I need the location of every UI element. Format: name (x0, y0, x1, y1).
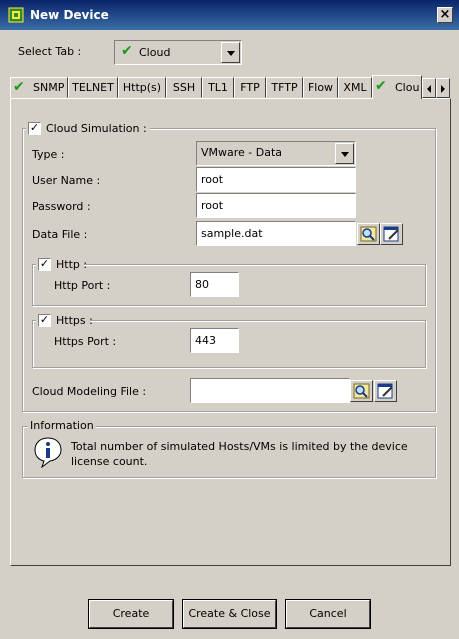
app-icon (8, 7, 24, 23)
modeling-label: Cloud Modeling File : (32, 385, 147, 398)
select-tab-value: Cloud (139, 46, 171, 59)
checkmark-icon: ✓ (39, 313, 50, 326)
create-button[interactable]: Create (88, 599, 174, 629)
tab-label: Flow (307, 81, 334, 94)
tab-label: TELNET (72, 81, 114, 94)
chevron-left-icon (427, 85, 431, 93)
tab-label: Clou (395, 81, 420, 94)
type-label: Type : (32, 148, 65, 161)
modeling-file-field[interactable] (190, 378, 350, 403)
tab-flow[interactable]: Flow (303, 77, 338, 98)
type-value: VMware - Data (201, 146, 283, 159)
datafile-label: Data File : (32, 228, 88, 241)
http-label: Http : (56, 258, 88, 271)
check-icon: ✔ (13, 79, 25, 95)
http-port-label: Http Port : (54, 279, 111, 292)
https-checkbox[interactable]: ✓ (38, 314, 51, 327)
check-icon: ✔ (375, 78, 387, 94)
search-icon (360, 226, 377, 242)
tab-label: SNMP (33, 81, 65, 94)
https-port-label: Https Port : (54, 335, 117, 348)
tab-telnet[interactable]: TELNET (68, 77, 118, 98)
tab-xml[interactable]: XML (338, 77, 372, 98)
tab-label: Http(s) (122, 81, 162, 94)
window-title: New Device (30, 8, 109, 22)
tab-strip: ✔ SNMP TELNET Http(s) SSH TL1 FTP TFTP F… (10, 75, 451, 99)
chevron-down-icon (341, 152, 349, 157)
chevron-right-icon (441, 85, 445, 93)
close-icon: × (439, 7, 451, 22)
https-label: Https : (56, 314, 93, 327)
select-tab-combo[interactable]: ✔ Cloud (114, 40, 242, 65)
close-button[interactable]: × (437, 7, 453, 23)
tab-label: TL1 (208, 81, 228, 94)
password-field[interactable]: root (196, 193, 356, 218)
tab-cloud[interactable]: ✔ Clou (372, 75, 422, 99)
cancel-button[interactable]: Cancel (285, 599, 371, 629)
cloud-simulation-checkbox[interactable]: ✓ (28, 122, 41, 135)
tab-tftp[interactable]: TFTP (266, 77, 303, 98)
information-title: Information (30, 419, 94, 432)
chevron-down-icon (227, 51, 235, 56)
modeling-edit-button[interactable] (374, 380, 397, 402)
combo-arrow-button[interactable] (221, 42, 240, 63)
tab-label: FTP (240, 81, 260, 94)
tab-ssh[interactable]: SSH (166, 77, 202, 98)
username-field[interactable]: root (196, 167, 356, 192)
https-port-field[interactable]: 443 (190, 328, 239, 353)
checkmark-icon: ✓ (39, 257, 50, 270)
information-line2: license count. (71, 455, 148, 468)
edit-icon (377, 383, 393, 399)
info-icon (33, 436, 63, 469)
edit-button[interactable] (380, 223, 403, 245)
combo-arrow-button[interactable] (335, 143, 354, 164)
cloud-simulation-label: Cloud Simulation : (46, 122, 147, 135)
http-checkbox[interactable]: ✓ (38, 258, 51, 271)
title-bar: New Device × (0, 0, 459, 30)
information-line1: Total number of simulated Hosts/VMs is l… (71, 440, 408, 453)
password-label: Password : (32, 200, 91, 213)
checkmark-icon: ✓ (29, 121, 40, 134)
edit-icon (383, 226, 399, 242)
modeling-browse-button[interactable] (350, 380, 373, 402)
tab-scroll-left[interactable] (422, 78, 436, 98)
tab-https[interactable]: Http(s) (118, 77, 166, 98)
tab-tl1[interactable]: TL1 (202, 77, 234, 98)
http-port-field[interactable]: 80 (190, 272, 239, 297)
tab-ftp[interactable]: FTP (234, 77, 266, 98)
browse-button[interactable] (357, 223, 380, 245)
tab-snmp[interactable]: ✔ SNMP (10, 77, 68, 98)
type-combo[interactable]: VMware - Data (196, 141, 356, 166)
tab-scroll-right[interactable] (436, 78, 450, 98)
tab-label: TFTP (271, 81, 298, 94)
tab-label: XML (343, 81, 367, 94)
create-close-button[interactable]: Create & Close (182, 599, 277, 629)
search-icon (353, 383, 370, 399)
datafile-field[interactable]: sample.dat (196, 221, 356, 246)
username-label: User Name : (32, 174, 101, 187)
check-icon: ✔ (121, 43, 133, 59)
tab-label: SSH (172, 81, 196, 94)
select-tab-label: Select Tab : (18, 45, 82, 58)
